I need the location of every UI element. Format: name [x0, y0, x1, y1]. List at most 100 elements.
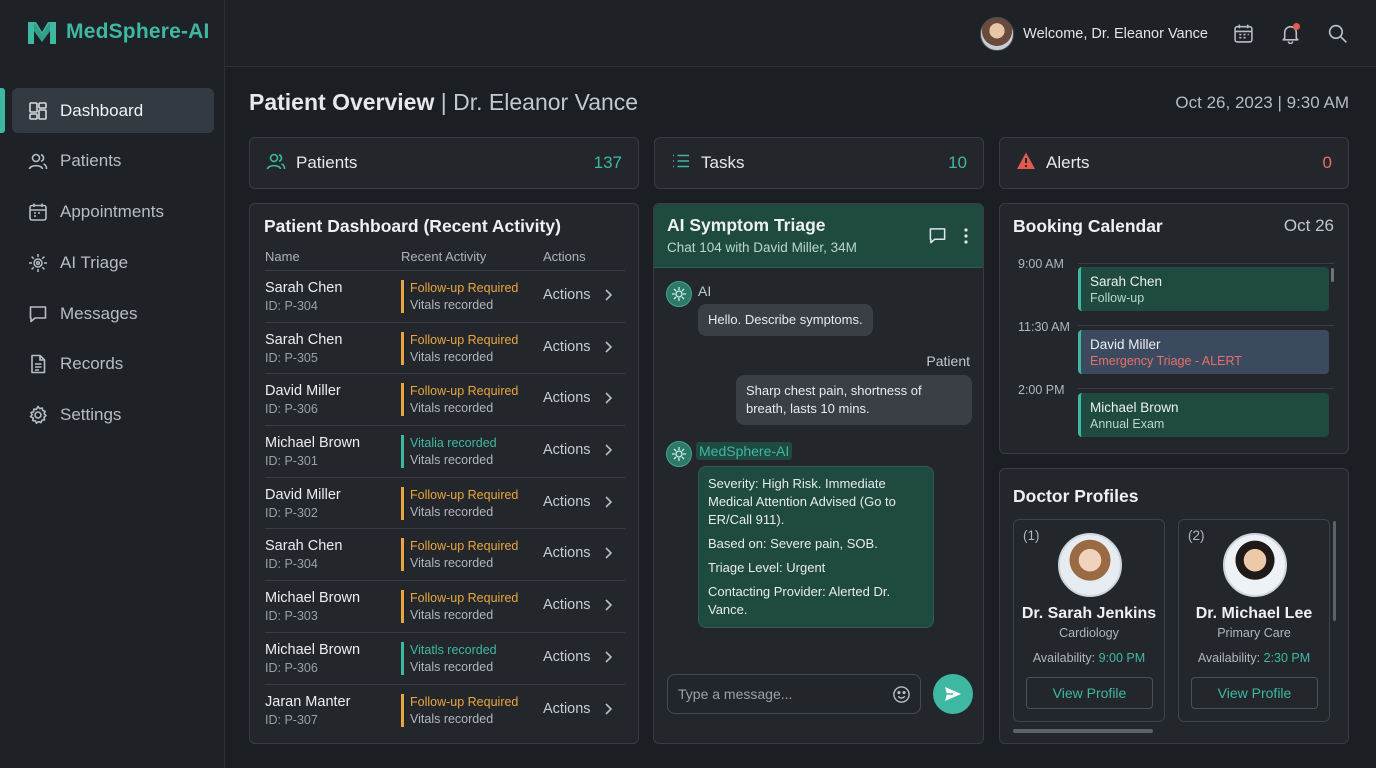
message-icon [28, 304, 48, 324]
table-row[interactable]: Michael Brown ID: P-306 Vitatls recorded Vi… [265, 633, 625, 685]
sidebar-item-records[interactable]: Records [12, 342, 214, 387]
doctor-list-horizontal-scrollbar[interactable] [1013, 729, 1153, 733]
warning-icon [1016, 151, 1036, 176]
calendar-scrollbar[interactable] [1331, 268, 1334, 282]
app-logo[interactable]: MedSphere-AI [26, 18, 210, 46]
table-row[interactable]: David Miller ID: P-306 Follow-up Required V… [265, 374, 625, 427]
chevron-right-icon[interactable] [604, 546, 613, 565]
list-icon [671, 151, 691, 176]
gear-icon [28, 405, 48, 425]
view-profile-button[interactable]: View Profile [1026, 677, 1153, 709]
chevron-right-icon[interactable] [604, 702, 613, 721]
patient-name: Sarah Chen [265, 538, 343, 555]
message-input-box [667, 674, 921, 714]
assessment-contact: Contacting Provider: Alerted Dr. Vance. [708, 584, 891, 617]
tasks-stat-card[interactable]: Tasks 10 [654, 137, 984, 189]
table-row[interactable]: Jaran Manter ID: P-307 Follow-up Required V… [265, 685, 625, 737]
table-row[interactable]: Sarah Chen ID: P-304 Follow-up Required Vit… [265, 271, 625, 323]
doctor-photo [1058, 533, 1122, 597]
actions-button[interactable]: Actions [543, 287, 591, 303]
activity-status: Follow-up Required Vitals recorded [401, 538, 518, 572]
actions-button[interactable]: Actions [543, 597, 591, 613]
chat-icon[interactable] [928, 226, 947, 250]
column-header-actions: Actions [543, 249, 586, 264]
table-row[interactable]: Michael Brown ID: P-301 Vitalia recorded Vi… [265, 426, 625, 478]
activity-detail: Vitals recorded [410, 401, 494, 416]
event-patient: David Miller [1090, 337, 1161, 352]
message-input[interactable] [678, 675, 888, 713]
calendar-event[interactable]: Michael Brown Annual Exam [1078, 393, 1329, 437]
table-row[interactable]: Sarah Chen ID: P-304 Follow-up Required Vit… [265, 529, 625, 582]
chat-header: AI Symptom Triage Chat 104 with David Mi… [654, 204, 983, 268]
stat-label: Patients [296, 153, 358, 172]
chevron-right-icon[interactable] [604, 391, 613, 410]
activity-detail: Vitals recorded [410, 711, 494, 726]
doctor-specialty: Primary Care [1217, 626, 1291, 640]
sidebar-item-messages[interactable]: Messages [12, 291, 214, 336]
patients-stat-card[interactable]: Patients 137 [249, 137, 639, 189]
calendar-event-alert[interactable]: David Miller Emergency Triage - ALERT [1078, 330, 1329, 374]
doctor-photo [1223, 533, 1287, 597]
sidebar-item-label: Settings [60, 405, 122, 425]
table-row[interactable]: David Miller ID: P-302 Follow-up Required V… [265, 478, 625, 530]
activity-detail: Vitals recorded [410, 453, 494, 468]
event-description: Emergency Triage - ALERT [1090, 354, 1242, 368]
stat-value: 0 [1322, 153, 1332, 172]
user-avatar[interactable] [980, 16, 1015, 51]
actions-button[interactable]: Actions [543, 701, 591, 717]
table-row[interactable]: Sarah Chen ID: P-305 Follow-up Required Vit… [265, 323, 625, 375]
alerts-stat-card[interactable]: Alerts 0 [999, 137, 1349, 189]
calendar-event[interactable]: Sarah Chen Follow-up [1078, 267, 1329, 311]
actions-button[interactable]: Actions [543, 494, 591, 510]
slot-time: 11:30 AM [1018, 320, 1070, 334]
availability-time: 9:00 PM [1098, 651, 1146, 665]
doctor-index: (1) [1023, 528, 1040, 543]
emoji-icon[interactable] [892, 685, 911, 709]
actions-button[interactable]: Actions [543, 339, 591, 355]
logo-icon [28, 22, 56, 44]
more-options-icon[interactable] [963, 227, 969, 250]
send-icon [945, 687, 961, 701]
bell-icon[interactable] [1279, 22, 1301, 45]
patient-id: ID: P-302 [265, 505, 318, 520]
send-button[interactable] [933, 674, 973, 714]
patient-id: ID: P-305 [265, 350, 318, 365]
notification-badge [1293, 22, 1300, 30]
activity-status: Follow-up Required Vitals recorded [401, 331, 518, 365]
patient-name: Michael Brown [265, 590, 361, 607]
calendar-icon[interactable] [1232, 23, 1254, 45]
chevron-right-icon[interactable] [604, 598, 613, 617]
app-name: MedSphere-AI [66, 20, 210, 43]
actions-button[interactable]: Actions [543, 390, 591, 406]
doctor-list-vertical-scrollbar[interactable] [1333, 521, 1336, 621]
sidebar-item-label: Appointments [60, 202, 164, 222]
chevron-right-icon[interactable] [604, 650, 613, 669]
chevron-right-icon[interactable] [604, 288, 613, 307]
sidebar-item-patients[interactable]: Patients [12, 139, 214, 184]
chevron-right-icon[interactable] [604, 495, 613, 514]
activity-label: Vitalia recorded [410, 436, 497, 451]
page-title: Patient Overview | Dr. Eleanor Vance [249, 89, 638, 116]
chat-subtitle: Chat 104 with David Miller, 34M [667, 240, 857, 255]
sidebar-item-dashboard[interactable]: Dashboard [12, 88, 214, 133]
sidebar-item-settings[interactable]: Settings [12, 393, 214, 438]
view-profile-button[interactable]: View Profile [1191, 677, 1318, 709]
top-bar-actions: Welcome, Dr. Eleanor Vance [980, 0, 1376, 67]
chevron-right-icon[interactable] [604, 443, 613, 462]
actions-button[interactable]: Actions [543, 649, 591, 665]
stat-value: 10 [948, 153, 967, 172]
chevron-right-icon[interactable] [604, 340, 613, 359]
patient-name: Michael Brown [265, 641, 361, 658]
actions-button[interactable]: Actions [543, 545, 591, 561]
activity-status: Follow-up Required Vitals recorded [401, 693, 518, 727]
availability-label: Availability: [1197, 651, 1261, 665]
actions-button[interactable]: Actions [543, 442, 591, 458]
table-row[interactable]: Michael Brown ID: P-303 Follow-up Required… [265, 581, 625, 633]
search-icon[interactable] [1326, 23, 1348, 45]
assessment-based-on: Based on: Severe pain, SOB. [708, 536, 878, 551]
sidebar-item-appointments[interactable]: Appointments [12, 190, 214, 235]
patient-name: David Miller [265, 383, 341, 400]
event-patient: Sarah Chen [1090, 274, 1163, 289]
patient-table-body: Sarah Chen ID: P-304 Follow-up Required Vit… [265, 271, 625, 736]
sidebar-item-ai-triage[interactable]: AI Triage [12, 240, 214, 285]
